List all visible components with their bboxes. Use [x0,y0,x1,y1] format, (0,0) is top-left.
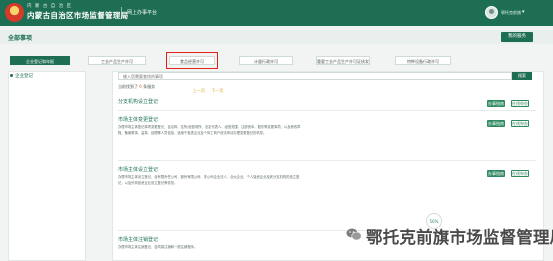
search-input[interactable] [118,72,512,80]
result-count-value: 6 [139,84,142,89]
pager-next-link[interactable]: 下一页 [211,88,223,93]
category-title[interactable]: 分支机构设立登记 [118,98,158,105]
apply-button[interactable]: 在线申办 [511,170,529,177]
tab-key-industrial-product-license[interactable]: 重要工业产品生产许可证核发 [316,56,370,65]
my-services-button[interactable]: 我的服务 [501,32,533,42]
header-divider [121,7,122,19]
service-description: 办理市场主体注销登记，含简易注销和一般注销程序。 [118,245,198,249]
pager-prev-link[interactable]: 上一页 [193,88,205,93]
tab-enterprise-registration[interactable]: 企业登记和年报 [10,56,70,65]
divider [118,160,536,161]
guide-button[interactable]: 办事指南 [487,170,505,177]
apply-button[interactable]: 在线申办 [511,100,529,107]
search-button[interactable]: 搜索 [512,72,532,80]
platform-name: 网上办事平台 [127,10,158,16]
user-avatar-icon[interactable] [485,6,498,19]
page-title-bar [0,30,553,44]
service-title[interactable]: 市场主体注销登记 [118,236,158,243]
service-description: 办理市场主体设立登记，含有限责任公司、股份有限公司、非公司企业法人、合伙企业、个… [118,175,300,186]
site-title[interactable]: 内蒙古自治区市场监督管理局 [27,10,128,21]
result-prefix: 当前找到了 [118,84,138,89]
tab-metrology-license[interactable]: 计量行政许可 [239,56,293,65]
left-nav-item-enterprise-registration[interactable]: 企业登记 [10,73,33,79]
result-count: 当前找到了 6 条服务 [118,84,155,90]
apply-button[interactable]: 在线申办 [511,120,529,127]
result-suffix: 条服务 [143,84,156,89]
tab-industrial-product-license[interactable]: 工业产品生产许可 [88,56,146,65]
left-nav [8,71,86,261]
chevron-down-icon[interactable]: ▾ [522,9,525,15]
divider [118,110,536,111]
pager: 上一页 下一页 [193,88,228,94]
tab-special-equipment-license[interactable]: 特种设备行政许可 [395,56,451,65]
tab-highlight-box [166,52,218,69]
service-title[interactable]: 市场主体设立登记 [118,166,158,173]
page-title: 全部事项 [8,35,33,42]
site-subtitle: 内 蒙 古 自 治 区 [27,4,73,9]
wechat-icon [346,228,362,241]
guide-button[interactable]: 办事指南 [487,100,505,107]
watermark: 鄂托克前旗市场监督管理局 [366,228,553,247]
service-title[interactable]: 市场主体变更登记 [118,116,158,123]
user-name[interactable]: 鄂托克前旗 [501,10,521,16]
service-description: 办理市场主体登记事项变更登记，含名称、住所/经营场所、法定代表人、经营范围、注册… [118,125,301,136]
national-emblem-icon [5,3,24,22]
header-bar: 内 蒙 古 自 治 区 内蒙古自治区市场监督管理局 网上办事平台 鄂托克前旗 ▾ [0,0,553,26]
guide-button[interactable]: 办事指南 [487,120,505,127]
